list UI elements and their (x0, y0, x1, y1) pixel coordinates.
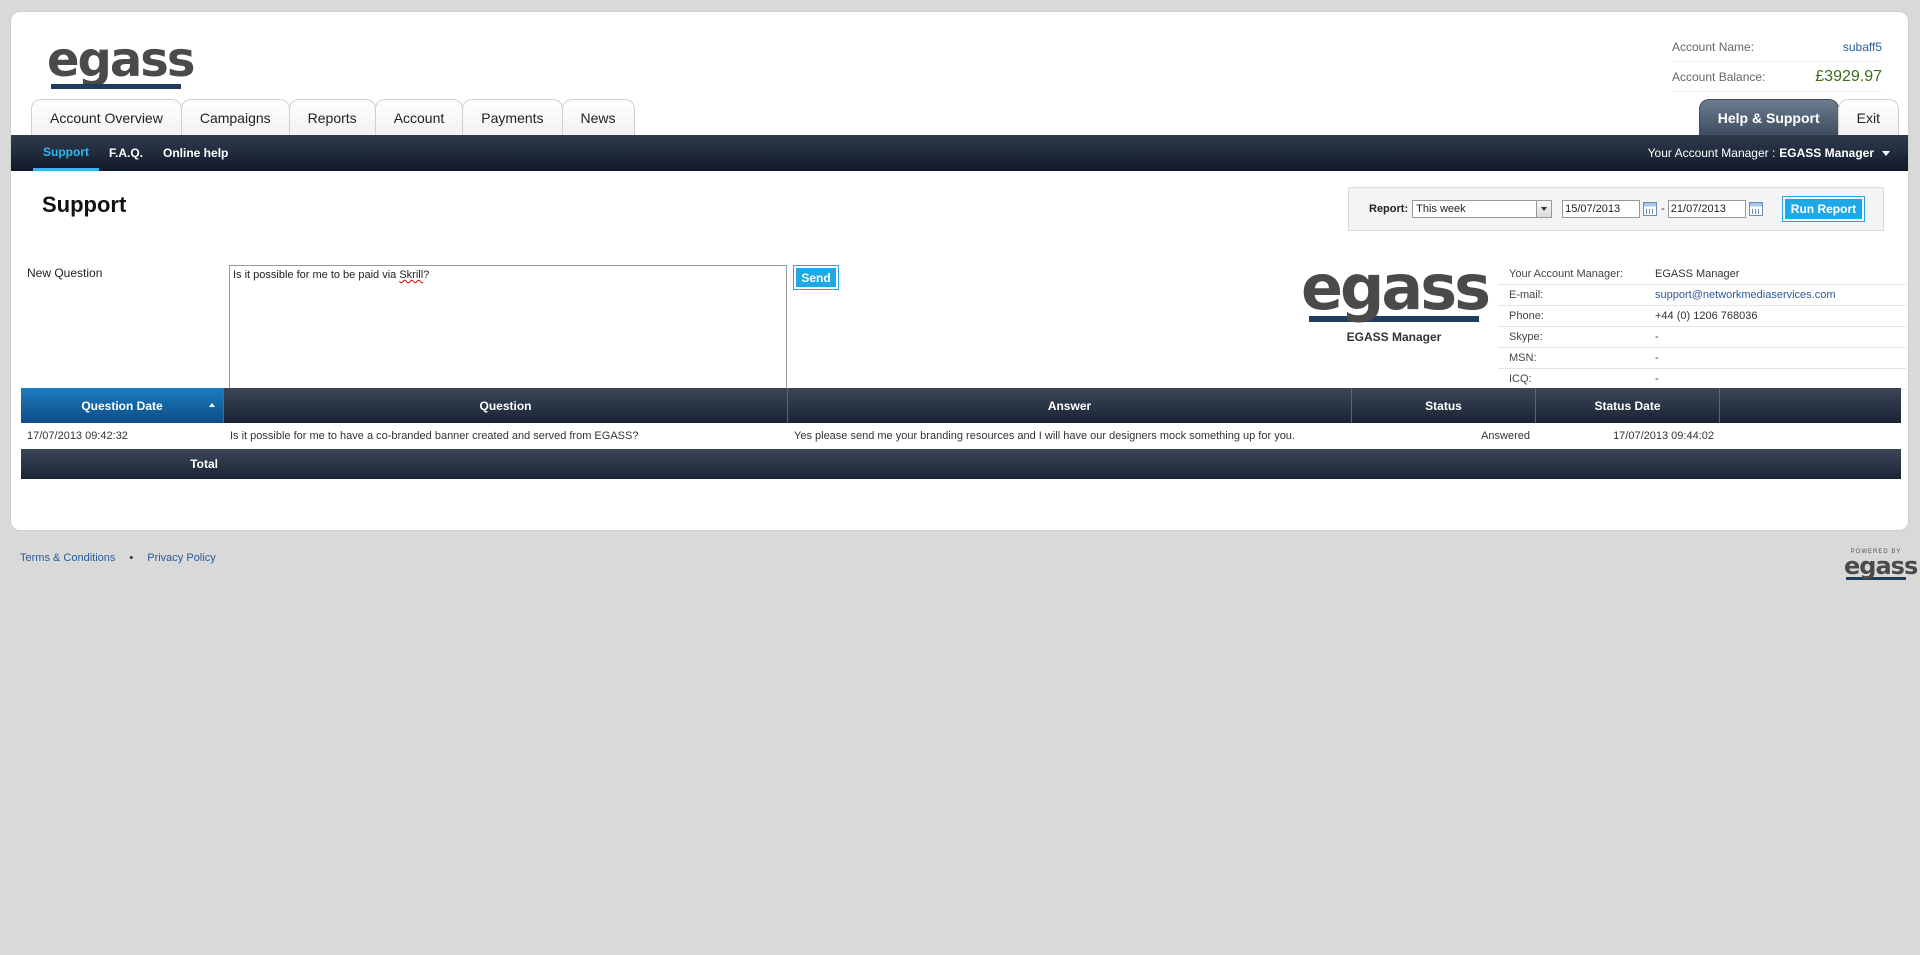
col-question-date[interactable]: Question Date (21, 388, 224, 423)
account-name-label: Account Name: (1672, 39, 1755, 54)
account-balance-label: Account Balance: (1672, 69, 1766, 84)
run-report-button[interactable]: Run Report (1781, 196, 1866, 222)
tab-account-overview[interactable]: Account Overview (31, 99, 182, 135)
account-balance-value: £3929.97 (1815, 67, 1882, 85)
status-value: Answered (1481, 430, 1530, 442)
manager-logo-wordmark: egass (1301, 251, 1491, 324)
dropdown-arrow-icon[interactable] (1536, 201, 1552, 217)
misspelled-word: Skrill (399, 269, 424, 281)
footer-separator: • (129, 552, 134, 564)
manager-email-link[interactable]: support@networkmediaservices.com (1655, 289, 1836, 301)
sub-navigation: Support F.A.Q. Online help Your Account … (11, 135, 1908, 171)
tab-exit[interactable]: Exit (1837, 99, 1899, 135)
main-tabs: Account Overview Campaigns Reports Accou… (31, 99, 635, 135)
right-tabs: Help & Support Exit (1698, 99, 1899, 135)
egass-logo[interactable]: egass (47, 32, 195, 94)
table-row[interactable]: 17/07/2013 09:42:32 Is it possible for m… (21, 423, 1901, 449)
powered-by-logo[interactable]: POWERED BY egass (1844, 549, 1918, 580)
tab-account[interactable]: Account (374, 99, 464, 135)
tab-campaigns[interactable]: Campaigns (180, 99, 290, 135)
report-period-select[interactable]: This week (1412, 200, 1553, 218)
col-answer[interactable]: Answer (788, 388, 1352, 423)
date-from-input[interactable]: 15/07/2013 (1562, 200, 1641, 218)
calendar-icon[interactable] (1748, 202, 1763, 216)
tab-news[interactable]: News (561, 99, 635, 135)
account-manager-menu-name: EGASS Manager (1779, 146, 1874, 160)
logo-wordmark: egass (47, 32, 195, 88)
new-question-textarea[interactable]: Is it possible for me to be paid via Skr… (229, 265, 787, 391)
new-question-label: New Question (27, 266, 103, 280)
tab-help-support[interactable]: Help & Support (1698, 99, 1839, 135)
chevron-down-icon (1882, 150, 1890, 156)
table-footer: Total (21, 449, 1901, 479)
send-button[interactable]: Send (793, 265, 839, 290)
date-to-input[interactable]: 21/07/2013 (1667, 200, 1746, 218)
col-question[interactable]: Question (224, 388, 788, 423)
manager-logo: egass EGASS Manager (1301, 251, 1491, 345)
tab-payments[interactable]: Payments (462, 99, 563, 135)
col-empty (1720, 388, 1901, 423)
col-status[interactable]: Status (1352, 388, 1536, 423)
page-title: Support (42, 192, 127, 217)
account-name-value: subaff5 (1842, 39, 1882, 54)
terms-link[interactable]: Terms & Conditions (20, 552, 115, 564)
privacy-link[interactable]: Privacy Policy (147, 552, 215, 564)
account-manager-menu-label: Your Account Manager : (1647, 146, 1776, 160)
report-label: Report: (1369, 203, 1409, 215)
report-period-value: This week (1416, 203, 1466, 215)
account-summary: Account Name: subaff5 Account Balance: £… (1672, 32, 1882, 92)
report-filter: Report: This week 15/07/2013 - 21/07/201… (1348, 187, 1884, 231)
subnav-online-help[interactable]: Online help (153, 135, 238, 171)
subnav-faq[interactable]: F.A.Q. (99, 135, 153, 171)
account-manager-menu[interactable]: Your Account Manager : EGASS Manager (1648, 135, 1890, 171)
questions-table: Question Date Question Answer Status Sta… (21, 388, 1901, 479)
subnav-support[interactable]: Support (33, 135, 99, 171)
table-header: Question Date Question Answer Status Sta… (21, 388, 1901, 423)
total-label: Total (190, 457, 218, 471)
manager-contact-info: Your Account Manager: EGASS Manager E-mai… (1498, 264, 1906, 390)
manager-caption: EGASS Manager (1346, 330, 1442, 344)
main-card: egass Account Name: subaff5 Account Bala… (10, 11, 1909, 531)
page-footer: Terms & Conditions • Privacy Policy (20, 552, 216, 564)
col-status-date[interactable]: Status Date (1536, 388, 1720, 423)
date-range-separator: - (1661, 203, 1665, 215)
tab-reports[interactable]: Reports (288, 99, 376, 135)
sort-ascending-icon (209, 403, 215, 407)
calendar-icon[interactable] (1643, 202, 1658, 216)
